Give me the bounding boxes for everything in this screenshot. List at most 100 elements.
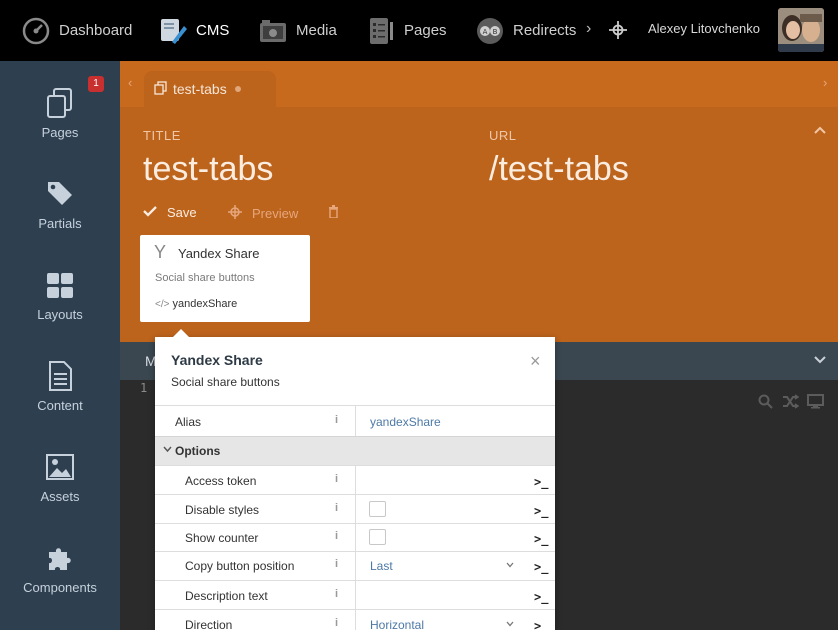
property-label: Description text: [185, 589, 268, 603]
yandex-logo-icon: Y: [154, 242, 167, 262]
tab-scroll-right-icon[interactable]: ›: [823, 75, 827, 90]
select-value: Last: [370, 559, 393, 573]
copy-button-position-select[interactable]: Last >_: [355, 552, 555, 580]
component-description: Social share buttons: [155, 272, 255, 284]
property-row-show-counter: Show counter i >_: [155, 523, 555, 551]
info-icon[interactable]: i: [335, 473, 338, 485]
show-counter-checkbox[interactable]: [369, 529, 386, 545]
search-icon[interactable]: [758, 394, 773, 414]
line-number: 1: [140, 381, 148, 395]
chevron-down-icon: [506, 619, 514, 630]
nav-cms[interactable]: CMS: [158, 0, 229, 61]
nav-dashboard-label: Dashboard: [59, 22, 133, 39]
nav-pages[interactable]: Pages: [366, 0, 447, 61]
terminal-icon[interactable]: >_: [534, 560, 548, 574]
cms-icon: [158, 16, 188, 46]
info-icon[interactable]: i: [335, 558, 338, 570]
sidebar-item-pages[interactable]: Pages 1: [0, 61, 120, 152]
sidebar-item-label: Components: [23, 580, 97, 595]
sidebar-item-components[interactable]: Components: [0, 516, 120, 607]
property-label: Copy button position: [185, 559, 295, 573]
terminal-icon[interactable]: >_: [534, 590, 548, 604]
close-icon[interactable]: ×: [530, 351, 541, 372]
image-icon: [45, 451, 75, 483]
trash-icon: [328, 205, 339, 221]
delete-button[interactable]: [328, 205, 339, 221]
dashboard-gauge-icon: [21, 16, 51, 46]
chevron-down-icon: [506, 560, 514, 571]
alias-value: yandexShare: [370, 415, 441, 429]
nav-pages-label: Pages: [404, 22, 447, 39]
component-name: Yandex Share: [178, 246, 260, 261]
save-button[interactable]: Save: [143, 205, 197, 220]
tab-test-tabs[interactable]: test-tabs: [144, 71, 276, 107]
nav-redirects-label: Redirects: [513, 22, 577, 39]
property-row-access-token: Access token i >_: [155, 465, 555, 494]
inspector-popover: Yandex Share Social share buttons × Alia…: [155, 329, 555, 630]
description-text-input[interactable]: >_: [355, 581, 555, 609]
file-text-icon: [45, 360, 75, 392]
property-row-description-text: Description text i >_: [155, 580, 555, 609]
tags-icon: [45, 178, 75, 210]
terminal-icon[interactable]: >_: [534, 532, 548, 546]
pages-icon: [45, 87, 75, 119]
info-icon[interactable]: i: [335, 588, 338, 600]
access-token-input[interactable]: >_: [355, 466, 555, 494]
terminal-icon[interactable]: >_: [534, 619, 548, 630]
property-row-direction: Direction i Horizontal >_: [155, 609, 555, 630]
sidebar-item-layouts[interactable]: Layouts: [0, 243, 120, 334]
chevron-right-icon[interactable]: ›: [586, 20, 591, 38]
sidebar-item-label: Assets: [40, 489, 80, 504]
tab-strip: ‹ test-tabs ›: [120, 61, 838, 107]
nav-media[interactable]: Media: [258, 0, 337, 61]
pages-icon: [366, 16, 396, 46]
sidebar-item-label: Content: [37, 398, 83, 413]
disable-styles-checkbox[interactable]: [369, 501, 386, 517]
property-label: Access token: [185, 474, 257, 488]
property-label: Alias: [175, 415, 202, 429]
nav-media-label: Media: [296, 22, 337, 39]
inspector-title: Yandex Share: [171, 352, 263, 368]
terminal-icon[interactable]: >_: [534, 475, 548, 489]
info-icon[interactable]: i: [335, 502, 338, 514]
info-icon[interactable]: i: [335, 530, 338, 542]
nav-dashboard[interactable]: Dashboard: [21, 0, 132, 61]
direction-select[interactable]: Horizontal >_: [355, 610, 555, 630]
notification-badge: 1: [88, 76, 104, 92]
move-arrows-icon[interactable]: [608, 19, 628, 46]
user-name[interactable]: Alexey Litovchenko: [648, 21, 760, 36]
svg-text:B: B: [493, 28, 498, 36]
property-label: Direction: [185, 618, 233, 630]
component-card[interactable]: Y Yandex Share Social share buttons </> y…: [140, 235, 310, 322]
chevron-down-icon: [163, 444, 172, 456]
info-icon[interactable]: i: [335, 617, 338, 629]
options-group-header[interactable]: Options: [155, 436, 555, 465]
sidebar-item-content[interactable]: Content: [0, 334, 120, 425]
nav-redirects[interactable]: AB Redirects: [475, 0, 576, 61]
sidebar-item-partials[interactable]: Partials: [0, 152, 120, 243]
options-group-label: Options: [175, 444, 221, 458]
preview-button[interactable]: Preview: [228, 205, 298, 222]
shuffle-icon[interactable]: [782, 394, 800, 414]
media-icon: [258, 16, 288, 46]
title-field[interactable]: test-tabs: [143, 150, 273, 189]
check-icon: [143, 205, 157, 220]
avatar[interactable]: [778, 8, 824, 52]
unsaved-dot-icon: [234, 86, 241, 92]
nav-cms-label: CMS: [196, 22, 230, 39]
popover-arrow: [173, 329, 189, 337]
sidebar-item-assets[interactable]: Assets: [0, 425, 120, 516]
select-value: Horizontal: [370, 618, 425, 630]
crosshair-icon: [228, 205, 242, 222]
component-alias: </> yandexShare: [155, 298, 237, 310]
fullscreen-monitor-icon[interactable]: [807, 394, 824, 414]
terminal-icon[interactable]: >_: [534, 504, 548, 518]
url-field[interactable]: /test-tabs: [489, 150, 629, 189]
alias-input[interactable]: yandexShare: [355, 406, 555, 436]
info-icon[interactable]: i: [335, 414, 338, 426]
tab-scroll-left-icon[interactable]: ‹: [128, 75, 132, 90]
sidebar-item-label: Pages: [41, 125, 79, 140]
sidebar: Pages 1 Partials Layouts Content Assets …: [0, 61, 120, 630]
chevron-up-icon[interactable]: [813, 122, 827, 140]
chevron-down-icon[interactable]: [813, 352, 827, 370]
